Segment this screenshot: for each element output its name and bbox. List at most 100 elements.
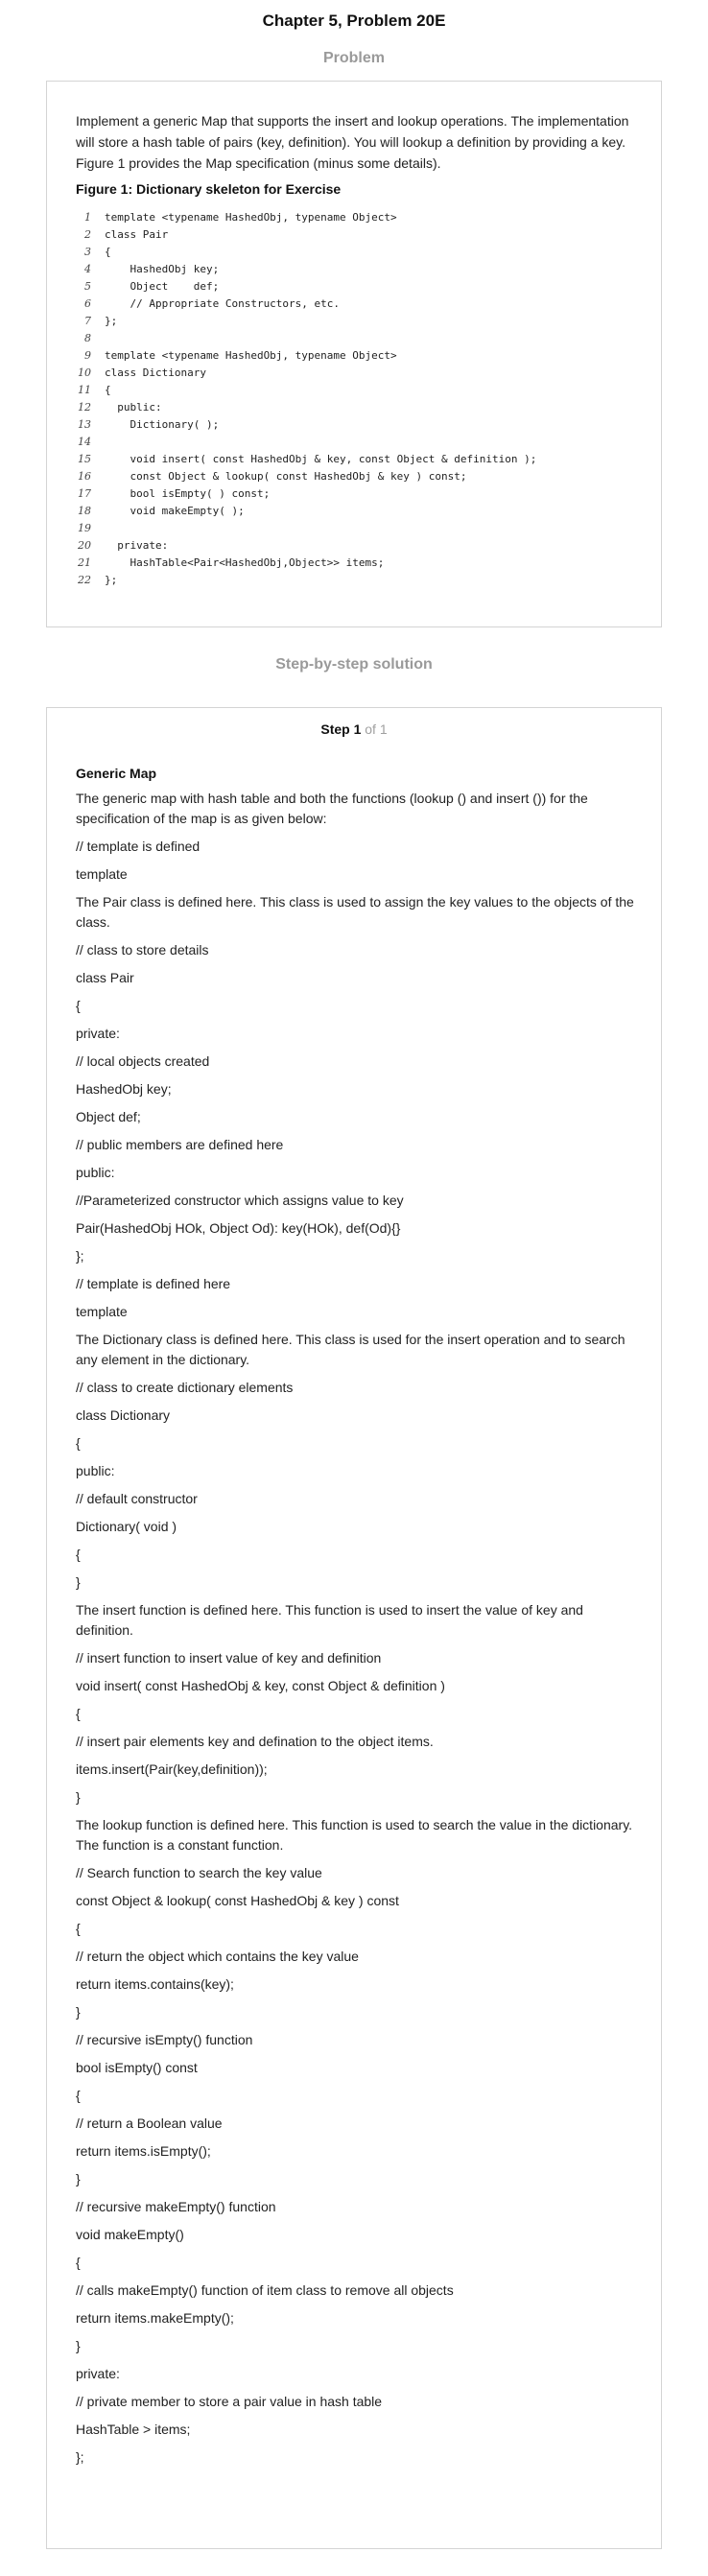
page-title: Chapter 5, Problem 20E	[262, 12, 446, 30]
code-line-number: 2	[84, 227, 91, 241]
code-line-text: class Pair	[105, 227, 169, 241]
code-line-number: 16	[78, 469, 91, 483]
code-line-number: 13	[78, 417, 91, 431]
solution-line: // private member to store a pair value …	[76, 2394, 383, 2409]
solution-line: // calls makeEmpty() function of item cl…	[76, 2282, 454, 2298]
code-line: 1 template <typename HashedObj, typename …	[76, 208, 634, 225]
solution-line: void insert( const HashedObj & key, cons…	[76, 1678, 445, 1693]
solution-line: class Dictionary	[76, 1407, 171, 1423]
solution-line: {	[76, 998, 81, 1013]
solution-line: The generic map with hash table and both…	[76, 791, 588, 826]
solution-line: // local objects created	[76, 1053, 210, 1069]
code-line-text: template <typename HashedObj, typename O…	[105, 210, 397, 224]
code-line-text: class Dictionary	[105, 366, 206, 379]
code-line: 22};	[76, 571, 634, 588]
solution-line: public:	[76, 1463, 115, 1478]
solution-line: // Search function to search the key val…	[76, 1865, 322, 1880]
solution-line: // template is defined here	[76, 1276, 231, 1291]
code-line-text: private:	[105, 538, 169, 552]
code-line-number: 5	[84, 279, 91, 293]
solution-line: Object def;	[76, 1109, 141, 1124]
code-line-number: 6	[84, 296, 91, 310]
solution-line: // return the object which contains the …	[76, 1949, 359, 1964]
solution-line: The insert function is defined here. Thi…	[76, 1602, 583, 1638]
code-line-number: 8	[84, 331, 91, 344]
code-line-number: 14	[78, 435, 91, 448]
solution-body: The generic map with hash table and both…	[76, 789, 634, 2475]
code-line: 11 {	[76, 381, 634, 398]
code-line: 12 public:	[76, 398, 634, 415]
code-line: 6 // Appropriate Constructors, etc.	[76, 295, 634, 312]
solution-line: // insert function to insert value of ke…	[76, 1650, 382, 1666]
code-line-text: Object def;	[105, 279, 220, 293]
code-line-text: {	[105, 245, 111, 258]
code-line-text: const Object & lookup( const HashedObj &…	[105, 469, 467, 483]
step-header: Step 1 of 1	[47, 721, 661, 737]
solution-line: // public members are defined here	[76, 1137, 284, 1152]
problem-heading: Problem	[322, 50, 385, 66]
code-line: 9 template <typename HashedObj, typename …	[76, 346, 634, 364]
solution-line: // template is defined	[76, 839, 201, 854]
solution-line: The lookup function is defined here. Thi…	[76, 1817, 633, 1853]
solution-line: bool isEmpty() const	[76, 2060, 198, 2075]
solution-line: class Pair	[76, 970, 134, 985]
solution-line: // class to store details	[76, 942, 209, 957]
code-line: 16 const Object & lookup( const HashedOb…	[76, 467, 634, 484]
solution-line: // return a Boolean value	[76, 2115, 223, 2131]
solution-line: {	[76, 2088, 81, 2103]
code-line: 8	[76, 329, 634, 346]
code-line-text: // Appropriate Constructors, etc.	[105, 296, 341, 310]
code-line: 3{	[76, 243, 634, 260]
code-line-number: 17	[78, 486, 91, 500]
code-line-text: };	[105, 573, 118, 586]
solution-line: return items.contains(key);	[76, 1976, 234, 1992]
code-line-number: 7	[84, 314, 91, 327]
solution-line: Dictionary( void )	[76, 1519, 177, 1534]
solution-line: {	[76, 1921, 81, 1936]
code-line-number: 1	[84, 210, 91, 224]
code-listing: 1 template <typename HashedObj, typename …	[76, 208, 634, 588]
solution-line: HashedObj key;	[76, 1081, 172, 1097]
code-line-text: };	[105, 314, 118, 327]
code-line: 13 Dictionary( );	[76, 415, 634, 433]
code-line-number: 9	[84, 348, 91, 362]
code-line-number: 3	[84, 245, 91, 258]
code-line: 2 class Pair	[76, 225, 634, 243]
code-line-text: public:	[105, 400, 162, 414]
solution-line: {	[76, 1547, 81, 1562]
step-label: Step 1	[320, 721, 362, 737]
solution-line: void makeEmpty()	[76, 2227, 184, 2242]
solution-line: Pair(HashedObj HOk, Object Od): key(HOk)…	[76, 1220, 401, 1236]
solution-line: template	[76, 1304, 128, 1319]
solution-line: }	[76, 2171, 81, 2186]
solution-line: //Parameterized constructor which assign…	[76, 1193, 404, 1208]
code-line-number: 18	[78, 504, 91, 517]
code-line-number: 10	[78, 366, 91, 379]
solution-title: Generic Map	[76, 766, 157, 781]
solution-line: }	[76, 2338, 81, 2353]
solution-card: Step 1 of 1 Generic Map The generic map …	[46, 707, 662, 2549]
solution-line: {	[76, 1435, 81, 1451]
solution-line: // default constructor	[76, 1491, 198, 1506]
problem-card: Implement a generic Map that supports th…	[46, 81, 662, 627]
solution-line: {	[76, 2255, 81, 2270]
solution-line: The Dictionary class is defined here. Th…	[76, 1332, 625, 1367]
solution-line: private:	[76, 2366, 120, 2381]
solution-line: // recursive makeEmpty() function	[76, 2199, 276, 2214]
solution-line: {	[76, 1706, 81, 1721]
solution-line: items.insert(Pair(key,definition));	[76, 1761, 268, 1777]
code-line-number: 19	[78, 521, 91, 534]
solution-line: return items.isEmpty();	[76, 2143, 211, 2159]
code-line-text: HashedObj key;	[105, 262, 220, 275]
code-line: 15 void insert( const HashedObj & key, c…	[76, 450, 634, 467]
code-line: 4 HashedObj key;	[76, 260, 634, 277]
code-line: 18 void makeEmpty( );	[76, 502, 634, 519]
solution-line: // insert pair elements key and definati…	[76, 1734, 434, 1749]
solution-line: // class to create dictionary elements	[76, 1380, 294, 1395]
code-line: 20 private:	[76, 536, 634, 554]
code-line-text: void insert( const HashedObj & key, cons…	[105, 452, 537, 465]
code-line: 21 HashTable<Pair<HashedObj,Object>> ite…	[76, 554, 634, 571]
code-line-number: 20	[78, 538, 91, 552]
solution-line: }	[76, 1574, 81, 1590]
problem-text: Implement a generic Map that supports th…	[76, 113, 629, 171]
